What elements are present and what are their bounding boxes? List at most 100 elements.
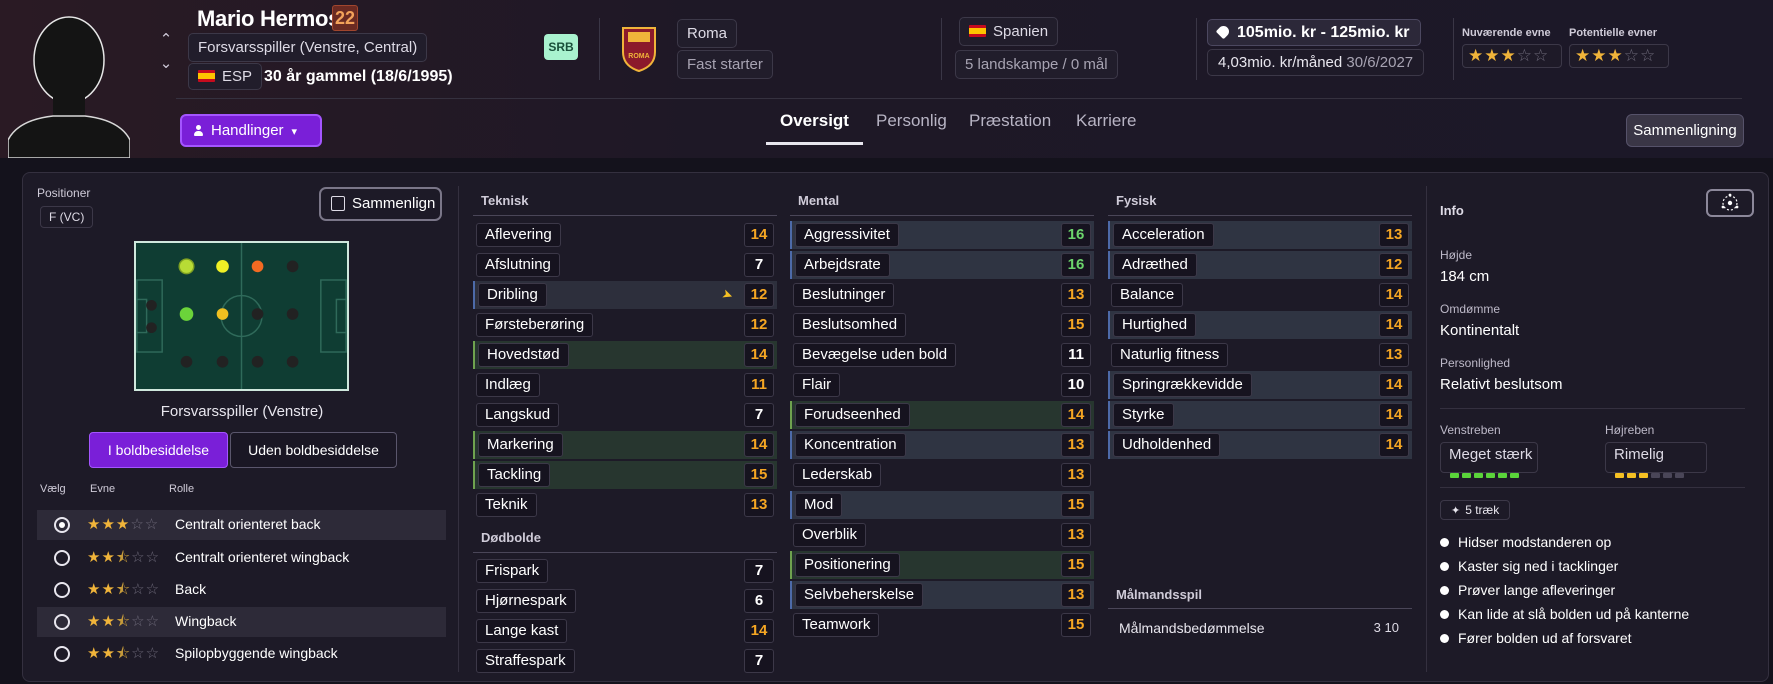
attribute-value: 12 [744, 283, 774, 307]
attribute-name: Afslutning [476, 253, 560, 277]
attribute-value: 6 [744, 589, 774, 613]
attribute-name: Beslutninger [793, 283, 895, 307]
traits-chip[interactable]: ✦ 5 træk [1440, 500, 1511, 520]
potential-ability-label: Potentielle evner [1569, 27, 1658, 39]
foot-level-segment [1639, 473, 1648, 478]
attribute-row[interactable]: Acceleration 13 [1108, 221, 1412, 249]
attribute-row[interactable]: Forudseenhed 14 [790, 401, 1094, 429]
comparison-button[interactable]: Sammenligning [1626, 114, 1744, 147]
attribute-row[interactable]: Afslutning 7 [473, 251, 777, 279]
role-row[interactable]: ★★★☆☆ Centralt orienteret back [37, 510, 446, 540]
divider [941, 18, 942, 80]
chevron-down-icon[interactable]: ⌄ [158, 52, 174, 76]
role-radio[interactable] [54, 582, 70, 598]
contract-wage: 4,03mio. kr/måned 30/6/2027 [1207, 49, 1425, 76]
attribute-row[interactable]: Straffespark 7 [473, 647, 777, 675]
attribute-row[interactable]: Frispark 7 [473, 557, 777, 585]
attribute-value: 7 [744, 649, 774, 673]
attribute-row[interactable]: Styrke 14 [1108, 401, 1412, 429]
attribute-row[interactable]: Arbejdsrate 16 [790, 251, 1094, 279]
attribute-name: Hurtighed [1113, 313, 1197, 337]
foot-level-segment [1615, 473, 1624, 478]
attribute-value: 11 [1061, 343, 1091, 367]
club-name-chip[interactable]: Roma [677, 19, 738, 48]
gk-rating-number: 3 [1373, 620, 1381, 635]
attribute-name: Naturlig fitness [1111, 343, 1229, 367]
gk-rating-max: 10 [1384, 620, 1399, 635]
attribute-name: Bevægelse uden bold [793, 343, 957, 367]
attribute-row[interactable]: Mod 15 [790, 491, 1094, 519]
role-radio[interactable] [54, 550, 70, 566]
tab-personal[interactable]: Personlig [876, 111, 947, 131]
role-row[interactable]: ★★⯪☆☆ Back [37, 575, 446, 605]
attribute-row[interactable]: Bevægelse uden bold 11 [790, 341, 1094, 369]
attribute-row[interactable]: Koncentration 13 [790, 431, 1094, 459]
attribute-row[interactable]: Flair 10 [790, 371, 1094, 399]
role-row[interactable]: ★★⯪☆☆ Wingback [37, 607, 446, 637]
attribute-row[interactable]: Hurtighed 14 [1108, 311, 1412, 339]
attribute-row[interactable]: Teamwork 15 [790, 611, 1094, 639]
svg-text:ROMA: ROMA [628, 53, 649, 60]
attribute-row[interactable]: Langskud 7 [473, 401, 777, 429]
attribute-row[interactable]: Hjørnespark 6 [473, 587, 777, 615]
attribute-row[interactable]: Indlæg 11 [473, 371, 777, 399]
attribute-row[interactable]: Springrækkevidde 14 [1108, 371, 1412, 399]
shirt-number: 22 [332, 5, 358, 31]
attribute-row[interactable]: Hovedstød 14 [473, 341, 777, 369]
foot-level-segment [1450, 473, 1459, 478]
pitch-spot [216, 308, 229, 320]
attribute-row[interactable]: Beslutninger 13 [790, 281, 1094, 309]
chevron-up-icon[interactable]: ⌃ [158, 28, 174, 52]
country-chip[interactable]: Spanien [959, 17, 1059, 46]
attribute-row[interactable]: Adræthed 12 [1108, 251, 1412, 279]
value-text: 105mio. kr - 125mio. kr [1237, 24, 1410, 41]
attribute-row[interactable]: Dribling 12 ➤ [473, 281, 777, 309]
role-row[interactable]: ★★⯪☆☆ Spilopbyggende wingback [37, 639, 446, 669]
personality-value: Relativt beslutsom [1440, 376, 1563, 393]
actions-button[interactable]: Handlinger ▾ [180, 114, 322, 147]
attribute-row[interactable]: Udholdenhed 14 [1108, 431, 1412, 459]
transfer-value: 105mio. kr - 125mio. kr [1207, 19, 1421, 46]
attribute-row[interactable]: Tackling 15 [473, 461, 777, 489]
person-icon [194, 125, 203, 136]
out-of-possession-button[interactable]: Uden boldbesiddelse [230, 432, 397, 468]
physical-title: Fysisk [1116, 193, 1157, 208]
attribute-row[interactable]: Aggressivitet 16 [790, 221, 1094, 249]
attribute-row[interactable]: Selvbeherskelse 13 [790, 581, 1094, 609]
tab-performance[interactable]: Præstation [969, 111, 1051, 131]
in-possession-button[interactable]: I boldbesiddelse [89, 432, 228, 468]
role-name: Centralt orienteret back [175, 516, 321, 532]
info-settings-button[interactable] [1706, 189, 1754, 217]
role-stars: ★★★☆☆ [87, 516, 160, 533]
attribute-row[interactable]: Beslutsomhed 15 [790, 311, 1094, 339]
tab-career[interactable]: Karriere [1076, 111, 1136, 131]
attribute-name: Teknik [476, 493, 537, 517]
attribute-row[interactable]: Naturlig fitness 13 [1108, 341, 1412, 369]
attribute-name: Selvbeherskelse [795, 583, 924, 607]
player-avatar [8, 16, 130, 158]
attribute-row[interactable]: Teknik 13 [473, 491, 777, 519]
attribute-value: 14 [1379, 403, 1409, 427]
club-logo[interactable]: ROMA [620, 24, 658, 72]
right-foot-label: Højreben [1605, 423, 1655, 437]
attribute-row[interactable]: Førsteberøring 12 [473, 311, 777, 339]
position-pitch[interactable] [134, 241, 349, 391]
attribute-name: Tackling [478, 463, 551, 487]
role-radio[interactable] [54, 646, 70, 662]
tab-overview[interactable]: Oversigt [780, 111, 849, 131]
attribute-row[interactable]: Balance 14 [1108, 281, 1412, 309]
attribute-row[interactable]: Positionering 15 [790, 551, 1094, 579]
attribute-row[interactable]: Markering 14 [473, 431, 777, 459]
col-role-header: Rolle [169, 483, 195, 495]
attribute-name: Styrke [1113, 403, 1174, 427]
attribute-row[interactable]: Lederskab 13 [790, 461, 1094, 489]
role-row[interactable]: ★★⯪☆☆ Centralt orienteret wingback [37, 543, 446, 573]
role-radio[interactable] [54, 517, 70, 533]
nationality-chip: ESP [188, 63, 263, 90]
compare-button[interactable]: Sammenlign [319, 187, 442, 221]
attribute-row[interactable]: Aflevering 14 [473, 221, 777, 249]
attribute-row[interactable]: Lange kast 14 [473, 617, 777, 645]
trend-arrow-icon: ➤ [720, 285, 736, 304]
attribute-row[interactable]: Overblik 13 [790, 521, 1094, 549]
role-radio[interactable] [54, 614, 70, 630]
